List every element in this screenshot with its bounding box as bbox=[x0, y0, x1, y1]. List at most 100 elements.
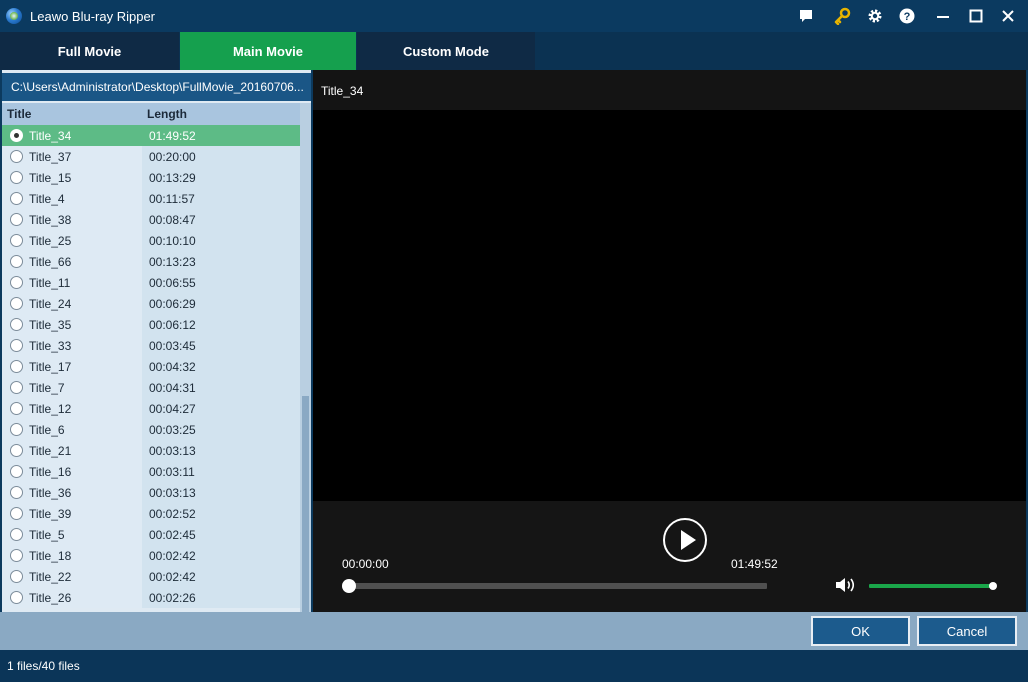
radio-button[interactable] bbox=[10, 486, 23, 499]
title-length: 00:13:29 bbox=[149, 171, 196, 185]
list-item[interactable]: Title_34 01:49:52 bbox=[2, 125, 300, 146]
ok-button[interactable]: OK bbox=[811, 616, 910, 646]
list-item[interactable]: Title_21 00:03:13 bbox=[2, 440, 300, 461]
tab-full-movie[interactable]: Full Movie bbox=[0, 32, 179, 70]
radio-button[interactable] bbox=[10, 591, 23, 604]
list-item[interactable]: Title_38 00:08:47 bbox=[2, 209, 300, 230]
key-icon[interactable] bbox=[833, 7, 851, 25]
video-screen[interactable] bbox=[313, 110, 1026, 501]
title-cell: Title_37 bbox=[2, 146, 142, 167]
volume-icon[interactable] bbox=[835, 576, 857, 594]
radio-button[interactable] bbox=[10, 234, 23, 247]
radio-button[interactable] bbox=[10, 276, 23, 289]
list-scrollbar[interactable] bbox=[300, 103, 311, 612]
radio-button[interactable] bbox=[10, 507, 23, 520]
list-item[interactable]: Title_5 00:02:45 bbox=[2, 524, 300, 545]
total-duration: 01:49:52 bbox=[731, 557, 778, 571]
title-name: Title_35 bbox=[29, 318, 72, 332]
title-name: Title_24 bbox=[29, 297, 72, 311]
radio-button[interactable] bbox=[10, 465, 23, 478]
column-header-title[interactable]: Title bbox=[7, 107, 31, 121]
list-item[interactable]: Title_7 00:04:31 bbox=[2, 377, 300, 398]
radio-button[interactable] bbox=[10, 171, 23, 184]
list-item[interactable]: Title_16 00:03:11 bbox=[2, 461, 300, 482]
progress-knob[interactable] bbox=[342, 579, 356, 593]
maximize-icon[interactable] bbox=[967, 7, 985, 25]
list-item[interactable]: Title_15 00:13:29 bbox=[2, 167, 300, 188]
status-bar: 1 files/40 files bbox=[0, 650, 1028, 682]
list-item[interactable]: Title_4 00:11:57 bbox=[2, 188, 300, 209]
title-length: 00:02:26 bbox=[149, 591, 196, 605]
list-item[interactable]: Title_6 00:03:25 bbox=[2, 419, 300, 440]
title-bar: Leawo Blu-ray Ripper ? bbox=[0, 0, 1028, 32]
list-item[interactable]: Title_36 00:03:13 bbox=[2, 482, 300, 503]
length-cell: 00:08:47 bbox=[142, 209, 300, 230]
radio-button[interactable] bbox=[10, 423, 23, 436]
radio-button[interactable] bbox=[10, 444, 23, 457]
list-item[interactable]: Title_39 00:02:52 bbox=[2, 503, 300, 524]
minimize-icon[interactable] bbox=[934, 7, 952, 25]
list-item[interactable]: Title_37 00:20:00 bbox=[2, 146, 300, 167]
title-list: Title_34 01:49:52 Title_37 00:20:00 Title_15… bbox=[2, 125, 300, 612]
list-item[interactable]: Title_25 00:10:10 bbox=[2, 230, 300, 251]
radio-button[interactable] bbox=[10, 570, 23, 583]
title-length: 00:02:42 bbox=[149, 570, 196, 584]
play-icon[interactable] bbox=[663, 518, 707, 562]
radio-button[interactable] bbox=[10, 339, 23, 352]
radio-button[interactable] bbox=[10, 381, 23, 394]
gear-icon[interactable] bbox=[866, 7, 884, 25]
radio-button[interactable] bbox=[10, 192, 23, 205]
close-icon[interactable] bbox=[999, 7, 1017, 25]
radio-button[interactable] bbox=[10, 528, 23, 541]
title-name: Title_66 bbox=[29, 255, 72, 269]
help-icon[interactable]: ? bbox=[898, 7, 916, 25]
title-name: Title_37 bbox=[29, 150, 72, 164]
file-count-status: 1 files/40 files bbox=[7, 659, 80, 673]
radio-button[interactable] bbox=[10, 150, 23, 163]
list-item[interactable]: Title_24 00:06:29 bbox=[2, 293, 300, 314]
title-cell: Title_39 bbox=[2, 503, 142, 524]
title-length: 00:03:13 bbox=[149, 444, 196, 458]
tab-main-movie[interactable]: Main Movie bbox=[180, 32, 356, 70]
title-cell: Title_15 bbox=[2, 167, 142, 188]
tab-custom-mode[interactable]: Custom Mode bbox=[357, 32, 535, 70]
title-length: 00:02:52 bbox=[149, 507, 196, 521]
list-item[interactable]: Title_26 00:02:26 bbox=[2, 587, 300, 608]
length-cell: 00:11:57 bbox=[142, 188, 300, 209]
title-name: Title_4 bbox=[29, 192, 65, 206]
window-title: Leawo Blu-ray Ripper bbox=[30, 9, 156, 24]
title-length: 01:49:52 bbox=[149, 129, 196, 143]
list-item[interactable]: Title_12 00:04:27 bbox=[2, 398, 300, 419]
radio-button[interactable] bbox=[10, 318, 23, 331]
length-cell: 00:06:12 bbox=[142, 314, 300, 335]
title-name: Title_7 bbox=[29, 381, 65, 395]
radio-button[interactable] bbox=[10, 129, 23, 142]
title-cell: Title_16 bbox=[2, 461, 142, 482]
list-item[interactable]: Title_11 00:06:55 bbox=[2, 272, 300, 293]
radio-button[interactable] bbox=[10, 255, 23, 268]
title-length: 00:03:11 bbox=[149, 465, 195, 479]
radio-button[interactable] bbox=[10, 213, 23, 226]
scrollbar-thumb[interactable] bbox=[302, 396, 309, 612]
radio-button[interactable] bbox=[10, 297, 23, 310]
cancel-button[interactable]: Cancel bbox=[917, 616, 1017, 646]
column-header-length[interactable]: Length bbox=[147, 107, 187, 121]
title-name: Title_12 bbox=[29, 402, 72, 416]
title-length: 00:04:27 bbox=[149, 402, 196, 416]
list-item[interactable]: Title_33 00:03:45 bbox=[2, 335, 300, 356]
radio-button[interactable] bbox=[10, 402, 23, 415]
radio-button[interactable] bbox=[10, 360, 23, 373]
list-item[interactable]: Title_18 00:02:42 bbox=[2, 545, 300, 566]
progress-slider[interactable] bbox=[342, 579, 767, 593]
length-cell: 00:03:13 bbox=[142, 440, 300, 461]
radio-button[interactable] bbox=[10, 549, 23, 562]
volume-knob[interactable] bbox=[989, 582, 997, 590]
feedback-icon[interactable] bbox=[797, 7, 815, 25]
list-item[interactable]: Title_66 00:13:23 bbox=[2, 251, 300, 272]
list-item[interactable]: Title_22 00:02:42 bbox=[2, 566, 300, 587]
list-item[interactable]: Title_35 00:06:12 bbox=[2, 314, 300, 335]
length-cell: 00:03:25 bbox=[142, 419, 300, 440]
list-item[interactable]: Title_17 00:04:32 bbox=[2, 356, 300, 377]
volume-slider[interactable] bbox=[869, 582, 997, 590]
list-header: Title Length bbox=[2, 103, 300, 125]
